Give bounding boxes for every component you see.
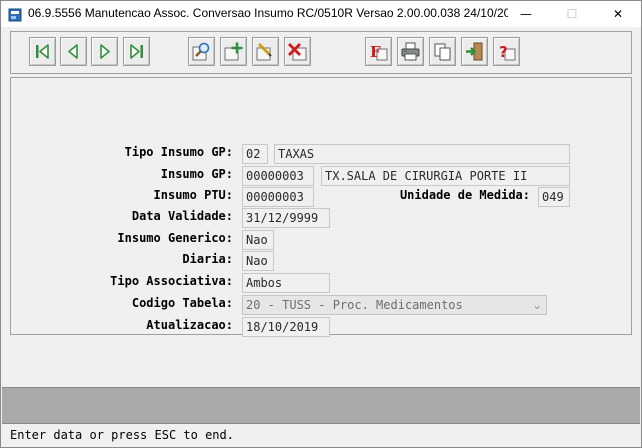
function-button[interactable]: F bbox=[365, 37, 392, 66]
codigo-tabela-select[interactable]: 20 - TUSS - Proc. Medicamentos ⌄ bbox=[242, 295, 547, 315]
toolbar: F ? bbox=[10, 31, 632, 74]
edit-button[interactable] bbox=[252, 37, 279, 66]
exit-icon bbox=[466, 42, 483, 61]
help-icon: ? bbox=[499, 43, 516, 61]
tipo-insumo-gp-code-field[interactable]: 02 bbox=[242, 144, 268, 164]
chevron-down-icon[interactable]: ⌄ bbox=[532, 296, 542, 314]
close-button[interactable]: ✕ bbox=[595, 1, 641, 27]
delete-icon bbox=[288, 43, 307, 61]
copy-icon bbox=[434, 43, 451, 61]
search-button[interactable] bbox=[188, 37, 215, 66]
previous-icon bbox=[68, 44, 78, 59]
form-panel: Tipo Insumo GP: 02 TAXAS Insumo GP: 0000… bbox=[10, 77, 632, 337]
message-band bbox=[2, 387, 640, 423]
title-bar[interactable]: 06.9.5556 Manutencao Assoc. Conversao In… bbox=[1, 1, 641, 27]
insumo-generico-label: Insumo Generico: bbox=[117, 231, 233, 245]
help-button[interactable]: ? bbox=[493, 37, 520, 66]
data-validade-label: Data Validade: bbox=[131, 209, 233, 223]
first-record-button[interactable] bbox=[29, 37, 56, 66]
previous-record-button[interactable] bbox=[60, 37, 87, 66]
svg-text:F: F bbox=[370, 43, 381, 61]
print-button[interactable] bbox=[397, 37, 424, 66]
data-validade-field[interactable]: 31/12/9999 bbox=[242, 208, 330, 228]
add-button[interactable] bbox=[220, 37, 247, 66]
function-icon: F bbox=[370, 43, 388, 61]
atualizacao-label: Atualizacao: bbox=[146, 318, 233, 332]
last-record-button[interactable] bbox=[123, 37, 150, 66]
add-icon bbox=[224, 42, 243, 61]
insumo-gp-code-field[interactable]: 00000003 bbox=[242, 166, 314, 186]
atualizacao-field: 18/10/2019 bbox=[242, 317, 330, 337]
last-icon bbox=[130, 44, 143, 59]
window-title: 06.9.5556 Manutencao Assoc. Conversao In… bbox=[28, 6, 508, 20]
insumo-generico-field[interactable]: Nao bbox=[242, 230, 274, 250]
diaria-label: Diaria: bbox=[182, 252, 233, 266]
status-message: Enter data or press ESC to end. bbox=[10, 428, 234, 442]
edit-icon bbox=[256, 42, 272, 61]
delete-button[interactable] bbox=[284, 37, 311, 66]
insumo-gp-label: Insumo GP: bbox=[160, 167, 233, 181]
tipo-associativa-label: Tipo Associativa: bbox=[110, 274, 233, 288]
next-record-button[interactable] bbox=[91, 37, 118, 66]
insumo-ptu-field[interactable]: 00000003 bbox=[242, 187, 314, 207]
unidade-medida-field[interactable]: 049 bbox=[538, 187, 570, 207]
tipo-insumo-gp-label: Tipo Insumo GP: bbox=[124, 145, 233, 159]
first-icon bbox=[36, 44, 49, 59]
magnifier-icon bbox=[192, 42, 210, 61]
status-bar: Enter data or press ESC to end. bbox=[2, 423, 640, 447]
printer-icon bbox=[401, 42, 420, 61]
next-icon bbox=[100, 44, 110, 59]
exit-button[interactable] bbox=[461, 37, 488, 66]
tipo-associativa-field[interactable]: Ambos bbox=[242, 273, 330, 293]
svg-text:?: ? bbox=[499, 43, 508, 61]
main-window: 06.9.5556 Manutencao Assoc. Conversao In… bbox=[0, 0, 642, 448]
tipo-insumo-gp-description-field: TAXAS bbox=[274, 144, 570, 164]
app-icon bbox=[8, 7, 22, 22]
minimize-button[interactable]: — bbox=[503, 1, 549, 27]
diaria-field[interactable]: Nao bbox=[242, 251, 274, 271]
codigo-tabela-value: 20 - TUSS - Proc. Medicamentos bbox=[246, 298, 463, 312]
insumo-ptu-label: Insumo PTU: bbox=[153, 188, 233, 202]
codigo-tabela-label: Codigo Tabela: bbox=[131, 296, 233, 310]
maximize-button[interactable]: ☐ bbox=[549, 1, 595, 27]
unidade-medida-label: Unidade de Medida: bbox=[399, 188, 530, 202]
insumo-gp-description-field: TX.SALA DE CIRURGIA PORTE II bbox=[321, 166, 570, 186]
copy-button[interactable] bbox=[429, 37, 456, 66]
